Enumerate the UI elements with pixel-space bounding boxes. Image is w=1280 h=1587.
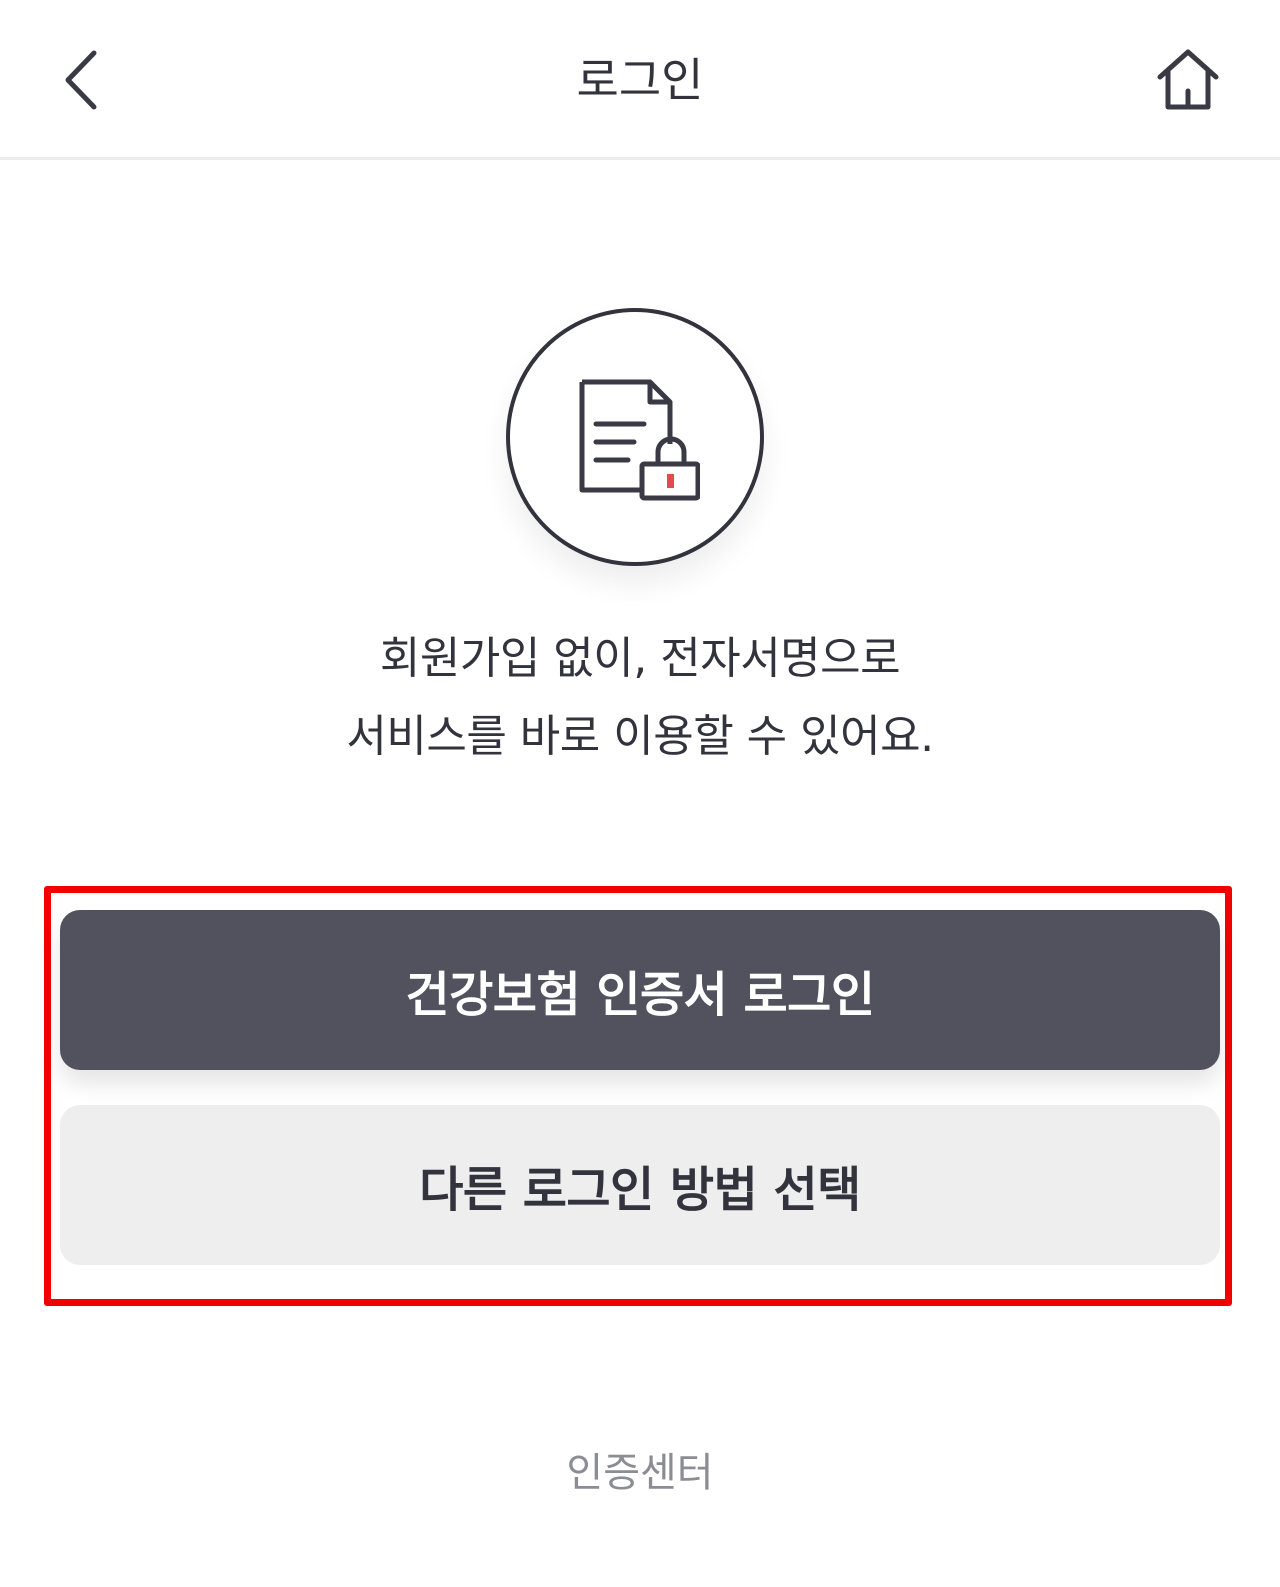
chevron-left-icon [65, 50, 97, 110]
other-login-method-button[interactable]: 다른 로그인 방법 선택 [60, 1105, 1220, 1265]
document-lock-icon [579, 379, 700, 501]
health-insurance-certificate-login-button[interactable]: 건강보험 인증서 로그인 [60, 910, 1220, 1070]
home-icon [1157, 49, 1219, 110]
description-line-1: 회원가입 없이, 전자서명으로 [379, 633, 901, 684]
login-page: 로그인 회원가입 없이, 전자서명으로 서비스를 바로 이용할 수 있어요. 건 [0, 0, 1280, 1587]
page-title: 로그인 [576, 53, 704, 107]
hero-icon-circle [506, 308, 764, 566]
description-line-2: 서비스를 바로 이용할 수 있어요. [346, 711, 934, 762]
home-button[interactable] [1150, 40, 1226, 120]
certification-center-link[interactable]: 인증센터 [0, 1440, 1280, 1498]
app-header: 로그인 [0, 0, 1280, 160]
back-button[interactable] [52, 40, 112, 120]
